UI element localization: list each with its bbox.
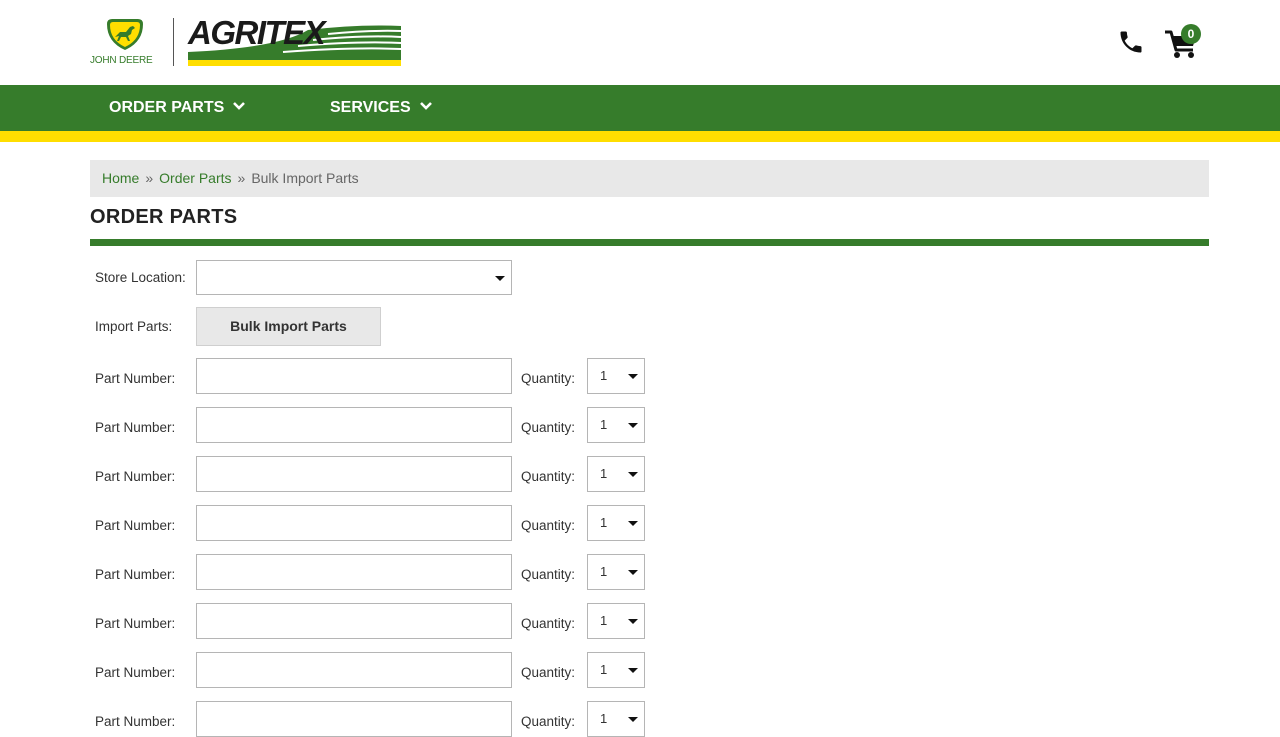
- john-deere-wordmark: JOHN DEERE: [90, 55, 153, 66]
- quantity-label: Quantity:: [521, 420, 576, 435]
- part-number-label: Part Number:: [95, 469, 176, 484]
- part-number-input[interactable]: [196, 505, 512, 541]
- quantity-value: 1: [600, 466, 608, 481]
- breadcrumb-home[interactable]: Home: [102, 170, 139, 186]
- caret-down-icon: [628, 619, 638, 624]
- breadcrumb-current: Bulk Import Parts: [251, 170, 359, 186]
- quantity-label: Quantity:: [521, 469, 576, 484]
- part-number-label: Part Number:: [95, 420, 176, 435]
- nav-order-parts[interactable]: ORDER PARTS: [109, 85, 246, 131]
- quantity-select[interactable]: 1: [587, 554, 645, 590]
- nav-order-parts-label: ORDER PARTS: [109, 99, 225, 116]
- caret-down-icon: [628, 668, 638, 673]
- part-number-label: Part Number:: [95, 616, 176, 631]
- title-divider: [90, 239, 1209, 246]
- part-number-input[interactable]: [196, 652, 512, 688]
- quantity-label: Quantity:: [521, 665, 576, 680]
- quantity-value: 1: [600, 564, 608, 579]
- quantity-select[interactable]: 1: [587, 603, 645, 639]
- chevron-down-icon: [419, 102, 432, 111]
- breadcrumb-separator: »: [145, 170, 154, 186]
- nav-services[interactable]: SERVICES: [330, 85, 433, 131]
- cart-count-badge[interactable]: 0: [1181, 24, 1201, 44]
- part-number-input[interactable]: [196, 701, 512, 737]
- part-number-label: Part Number:: [95, 567, 176, 582]
- agritex-logo[interactable]: AGRITEX: [188, 14, 402, 68]
- quantity-value: 1: [600, 515, 608, 530]
- quantity-select[interactable]: 1: [587, 358, 645, 394]
- chevron-down-icon: [233, 102, 246, 111]
- store-location-select[interactable]: [196, 260, 512, 295]
- breadcrumb: Home » Order Parts » Bulk Import Parts: [90, 160, 1209, 197]
- import-parts-label: Import Parts:: [95, 319, 173, 334]
- quantity-label: Quantity:: [521, 616, 576, 631]
- quantity-select[interactable]: 1: [587, 701, 645, 737]
- site-header: JOHN DEERE AGRITEX 0: [0, 0, 1280, 85]
- quantity-value: 1: [600, 613, 608, 628]
- part-number-label: Part Number:: [95, 714, 176, 729]
- caret-down-icon: [628, 423, 638, 428]
- caret-down-icon: [628, 374, 638, 379]
- caret-down-icon: [628, 521, 638, 526]
- caret-down-icon: [628, 570, 638, 575]
- quantity-value: 1: [600, 662, 608, 677]
- breadcrumb-order-parts[interactable]: Order Parts: [159, 170, 231, 186]
- quantity-select[interactable]: 1: [587, 505, 645, 541]
- nav-yellow-stripe: [0, 131, 1280, 142]
- part-number-input[interactable]: [196, 603, 512, 639]
- part-number-input[interactable]: [196, 554, 512, 590]
- agritex-wordmark: AGRITEX: [188, 14, 326, 51]
- part-number-label: Part Number:: [95, 665, 176, 680]
- quantity-label: Quantity:: [521, 567, 576, 582]
- part-number-input[interactable]: [196, 456, 512, 492]
- main-navigation: ORDER PARTS SERVICES: [0, 85, 1280, 131]
- page-title: ORDER PARTS: [90, 206, 238, 228]
- caret-down-icon: [495, 276, 505, 281]
- deer-icon: [107, 19, 143, 50]
- caret-down-icon: [628, 472, 638, 477]
- quantity-label: Quantity:: [521, 518, 576, 533]
- nav-services-label: SERVICES: [330, 99, 411, 116]
- quantity-value: 1: [600, 417, 608, 432]
- bulk-import-parts-button[interactable]: Bulk Import Parts: [196, 307, 381, 346]
- store-location-label: Store Location:: [95, 270, 186, 285]
- phone-icon[interactable]: [1117, 28, 1145, 56]
- quantity-value: 1: [600, 711, 608, 726]
- part-number-input[interactable]: [196, 358, 512, 394]
- logo-divider: [173, 18, 174, 66]
- quantity-select[interactable]: 1: [587, 652, 645, 688]
- part-number-input[interactable]: [196, 407, 512, 443]
- quantity-select[interactable]: 1: [587, 456, 645, 492]
- quantity-label: Quantity:: [521, 371, 576, 386]
- part-number-label: Part Number:: [95, 371, 176, 386]
- part-number-label: Part Number:: [95, 518, 176, 533]
- john-deere-logo[interactable]: JOHN DEERE: [90, 18, 160, 68]
- quantity-label: Quantity:: [521, 714, 576, 729]
- breadcrumb-separator: »: [237, 170, 246, 186]
- quantity-select[interactable]: 1: [587, 407, 645, 443]
- quantity-value: 1: [600, 368, 608, 383]
